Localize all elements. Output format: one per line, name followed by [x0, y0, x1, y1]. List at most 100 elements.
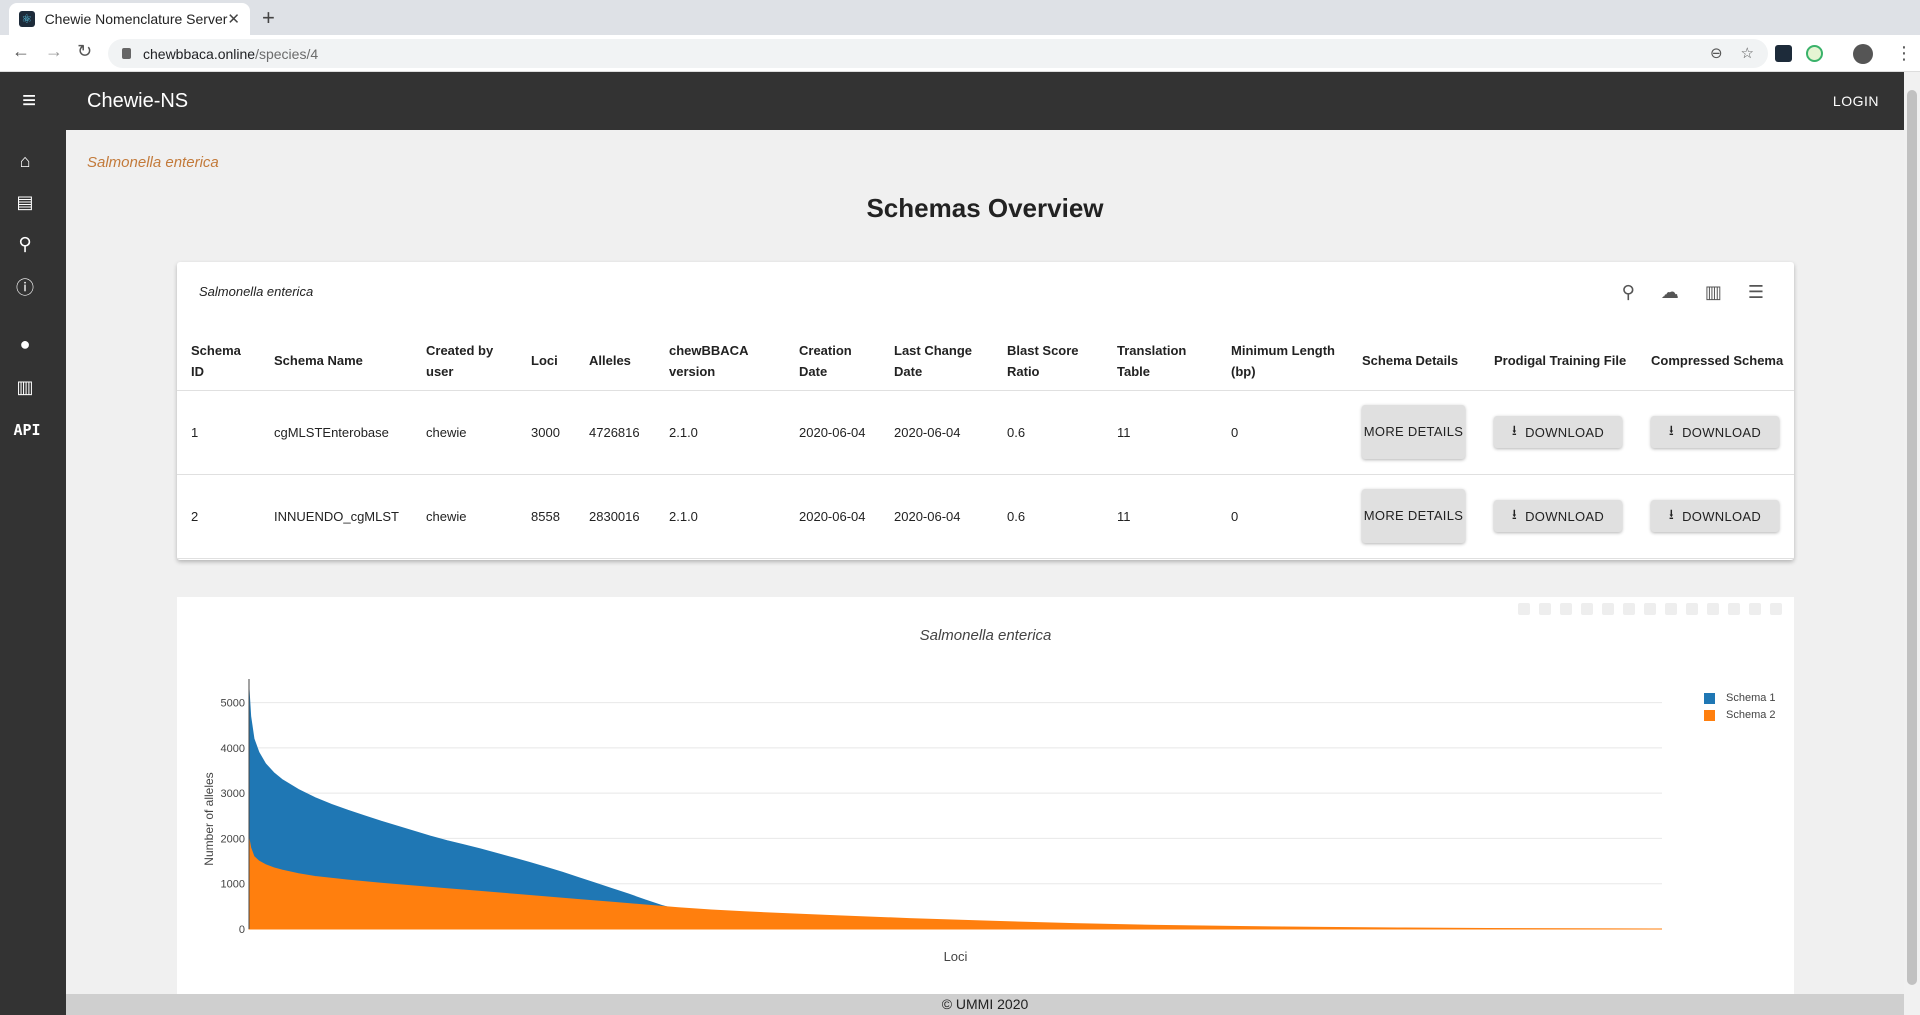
browser-tab-bar: ⚛ Chewie Nomenclature Server ✕ + — [0, 0, 1920, 35]
chewbbaca-version-cell: 2.1.0 — [655, 474, 785, 559]
column-header[interactable]: Schema Name — [260, 332, 412, 391]
column-header[interactable]: Alleles — [575, 332, 655, 391]
table-row: 2 INNUENDO_cgMLST chewie 8558 2830016 2.… — [177, 474, 1794, 559]
home-icon[interactable]: ⌂ — [13, 149, 37, 173]
login-button[interactable]: LOGIN — [1833, 93, 1879, 109]
download-schema-button[interactable]: ⭳ DOWNLOAD — [1651, 500, 1779, 532]
column-header[interactable]: Loci — [517, 332, 575, 391]
download-icon: ⭳ — [1668, 506, 1675, 522]
column-header: Compressed Schema — [1637, 332, 1794, 391]
alleles-cell: 2830016 — [575, 474, 655, 559]
y-tick-label: 1000 — [221, 879, 245, 891]
extension-icon[interactable] — [1806, 45, 1823, 62]
download-icon: ⭳ — [1511, 422, 1518, 438]
loci-cell: 3000 — [517, 390, 575, 475]
cloud-download-icon[interactable]: ☁ — [1661, 282, 1679, 303]
download-icon: ⭳ — [1668, 422, 1675, 438]
schema-id-cell: 2 — [177, 474, 260, 559]
column-header: Prodigal Training File — [1480, 332, 1637, 391]
more-details-button[interactable]: MORE DETAILS — [1362, 489, 1465, 543]
translation-table-cell: 11 — [1103, 390, 1217, 475]
url-path: /species/4 — [255, 45, 319, 62]
created-by-cell: chewie — [412, 474, 517, 559]
y-tick-label: 4000 — [221, 743, 245, 755]
download-label: DOWNLOAD — [1525, 424, 1605, 440]
download-schema-button[interactable]: ⭳ DOWNLOAD — [1651, 416, 1779, 448]
browser-menu-icon[interactable]: ⋮ — [1895, 43, 1913, 64]
hamburger-menu-icon[interactable]: ≡ — [22, 89, 36, 113]
column-header[interactable]: Created by user — [412, 332, 517, 391]
species-breadcrumb-link[interactable]: Salmonella enterica — [87, 154, 219, 171]
blast-score-ratio-cell: 0.6 — [993, 390, 1103, 475]
app-bar: ≡ Chewie-NS LOGIN — [0, 72, 1904, 130]
table-title: Salmonella enterica — [199, 284, 314, 299]
react-favicon-icon: ⚛ — [19, 11, 35, 27]
minimum-length-cell: 0 — [1217, 390, 1348, 475]
download-label: DOWNLOAD — [1682, 508, 1762, 524]
column-header[interactable]: Last Change Date — [880, 332, 993, 391]
table-search-icon[interactable]: ⚲ — [1622, 282, 1635, 303]
api-icon[interactable]: API — [13, 418, 40, 442]
y-tick-label: 5000 — [221, 698, 245, 710]
column-header[interactable]: Creation Date — [785, 332, 880, 391]
new-tab-icon[interactable]: + — [262, 5, 275, 31]
search-icon[interactable]: ⚲ — [13, 232, 37, 256]
download-prodigal-button[interactable]: ⭳ DOWNLOAD — [1494, 416, 1622, 448]
zoom-icon[interactable]: ⊖ — [1710, 44, 1723, 62]
translation-table-cell: 11 — [1103, 474, 1217, 559]
column-header: Schema Details — [1348, 332, 1480, 391]
bookmark-star-icon[interactable]: ☆ — [1741, 44, 1754, 62]
alleles-cell: 4726816 — [575, 390, 655, 475]
address-bar[interactable]: chewbbaca.online/species/4 ⊖ ☆ — [108, 39, 1768, 68]
browser-tab[interactable]: ⚛ Chewie Nomenclature Server ✕ — [9, 3, 250, 35]
schemas-table-card: Salmonella enterica ⚲ ☁ ▥ ☰ Schema ID Sc… — [177, 262, 1794, 560]
legend-item[interactable]: Schema 1 — [1704, 692, 1776, 704]
y-tick-label: 2000 — [221, 833, 245, 845]
github-icon[interactable]: ● — [13, 332, 37, 356]
table-row: 1 cgMLSTEnterobase chewie 3000 4726816 2… — [177, 390, 1794, 475]
view-columns-icon[interactable]: ▥ — [1705, 282, 1722, 303]
column-header[interactable]: Translation Table — [1103, 332, 1217, 391]
download-icon: ⭳ — [1511, 506, 1518, 522]
profile-avatar-icon[interactable] — [1853, 43, 1873, 64]
column-header[interactable]: chewBBACA version — [655, 332, 785, 391]
legend-label: Schema 2 — [1726, 709, 1776, 721]
reload-icon[interactable]: ↻ — [77, 41, 92, 62]
created-by-cell: chewie — [412, 390, 517, 475]
extension-react-icon[interactable] — [1775, 45, 1792, 62]
close-tab-icon[interactable]: ✕ — [227, 10, 240, 28]
alleles-area-chart[interactable]: 0 1000 2000 3000 4000 5000 Loci Number of allel… — [177, 597, 1794, 995]
app-title[interactable]: Chewie-NS — [87, 90, 188, 113]
y-axis-label: Number of alleles — [202, 772, 216, 865]
column-header[interactable]: Schema ID — [177, 332, 260, 391]
lock-icon — [122, 48, 131, 59]
x-axis-label: Loci — [944, 949, 968, 964]
document-icon[interactable]: ▤ — [13, 190, 37, 214]
download-prodigal-button[interactable]: ⭳ DOWNLOAD — [1494, 500, 1622, 532]
scrollbar-thumb[interactable] — [1907, 90, 1917, 985]
filter-list-icon[interactable]: ☰ — [1748, 282, 1764, 303]
side-drawer: ⌂ ▤ ⚲ ⓘ ● ▥ API — [0, 130, 66, 1015]
schema-id-cell: 1 — [177, 390, 260, 475]
back-icon[interactable]: ← — [12, 41, 30, 62]
last-change-date-cell: 2020-06-04 — [880, 474, 993, 559]
creation-date-cell: 2020-06-04 — [785, 390, 880, 475]
y-tick-label: 0 — [239, 924, 245, 936]
schema-name-cell: INNUENDO_cgMLST — [260, 474, 412, 559]
blast-score-ratio-cell: 0.6 — [993, 474, 1103, 559]
legend-label: Schema 1 — [1726, 692, 1776, 704]
table-header-row: Schema ID Schema Name Created by user Lo… — [177, 332, 1794, 391]
more-details-button[interactable]: MORE DETAILS — [1362, 405, 1465, 459]
legend-swatch — [1704, 709, 1715, 721]
docs-book-icon[interactable]: ▥ — [13, 375, 37, 399]
download-label: DOWNLOAD — [1525, 508, 1605, 524]
legend-item[interactable]: Schema 2 — [1704, 709, 1776, 721]
column-header[interactable]: Minimum Length (bp) — [1217, 332, 1348, 391]
forward-icon[interactable]: → — [45, 41, 63, 62]
column-header[interactable]: Blast Score Ratio — [993, 332, 1103, 391]
alleles-chart-card: Salmonella enterica 0 1000 2000 3000 4000 500… — [177, 597, 1794, 995]
page-scrollbar[interactable] — [1904, 72, 1920, 1015]
chewbbaca-version-cell: 2.1.0 — [655, 390, 785, 475]
legend-swatch — [1704, 692, 1715, 704]
info-icon[interactable]: ⓘ — [13, 275, 37, 299]
